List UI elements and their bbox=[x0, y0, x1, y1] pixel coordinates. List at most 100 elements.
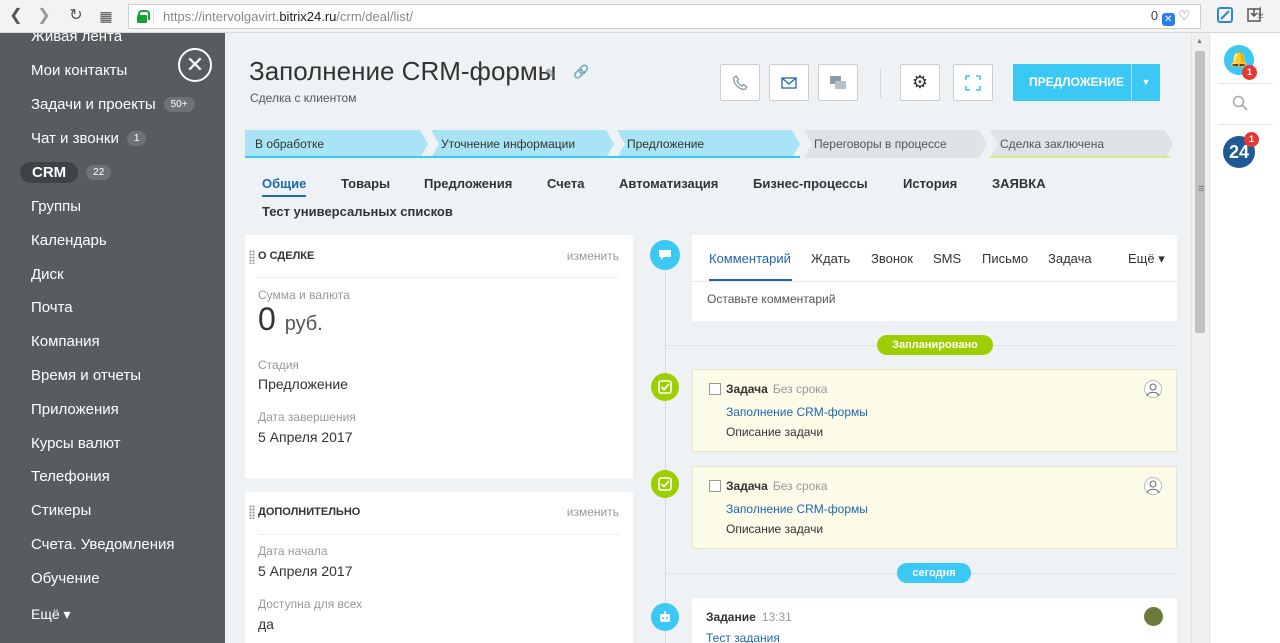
settings-button[interactable]: ⚙ bbox=[900, 64, 940, 101]
menu-item-feed[interactable]: Живая лента bbox=[31, 33, 122, 45]
menu-item-label: Стикеры bbox=[31, 502, 92, 519]
stage-label: Сделка заключена bbox=[1000, 137, 1104, 151]
tab-bizproc[interactable]: Бизнес-процессы bbox=[753, 176, 868, 191]
comment-input[interactable]: Оставьте комментарий bbox=[707, 292, 835, 306]
activity-tab-more[interactable]: Ещё ▾ bbox=[1128, 251, 1165, 267]
drag-handle-icon[interactable] bbox=[249, 505, 255, 519]
history-link[interactable]: Тест задания bbox=[706, 631, 780, 643]
stage-label: Предложение bbox=[627, 137, 705, 151]
stage-label: Уточнение информации bbox=[441, 137, 576, 151]
favorite-heart-icon[interactable]: ♡ bbox=[1178, 8, 1190, 23]
task-item: Задача Без срока Заполнение CRM-формы Опи… bbox=[692, 369, 1177, 452]
menu-item-chat[interactable]: Чат и звонки 1 bbox=[31, 130, 147, 147]
tab-request[interactable]: ЗАЯВКА bbox=[992, 176, 1046, 191]
scroll-up-icon[interactable]: ▲ bbox=[1196, 38, 1203, 45]
activity-tab-task[interactable]: Задача bbox=[1048, 251, 1092, 266]
edit-pencil-icon[interactable]: ✎ bbox=[545, 66, 556, 82]
activity-tab-call[interactable]: Звонок bbox=[871, 251, 913, 266]
menu-item-label: Обучение bbox=[31, 570, 100, 587]
task-checkbox[interactable] bbox=[709, 480, 721, 492]
url-text[interactable]: https://intervolgavirt.bitrix24.ru/crm/d… bbox=[163, 9, 413, 24]
address-bar[interactable]: https://intervolgavirt.bitrix24.ru/crm/d… bbox=[128, 4, 1201, 29]
card-divider bbox=[258, 277, 619, 278]
menu-item-telephony[interactable]: Телефония bbox=[31, 468, 110, 485]
menu-item-label: Задачи и проекты bbox=[31, 96, 156, 113]
browser-toolbar: ❮ ❯ ↻ ▦ https://intervolgavirt.bitrix24.… bbox=[0, 0, 1280, 33]
task-link[interactable]: Заполнение CRM-формы bbox=[726, 405, 868, 419]
sum-amount: 0 bbox=[258, 301, 276, 337]
task-link[interactable]: Заполнение CRM-формы bbox=[726, 502, 868, 516]
forward-icon[interactable]: ❯ bbox=[34, 6, 54, 26]
gear-icon: ⚙ bbox=[911, 72, 929, 92]
stage-progress-line bbox=[245, 156, 800, 158]
avatar[interactable] bbox=[1144, 607, 1163, 626]
tab-products[interactable]: Товары bbox=[341, 176, 390, 191]
tab-lists-test[interactable]: Тест универсальных списков bbox=[262, 204, 453, 219]
extension-icon[interactable]: ✕ bbox=[1161, 13, 1175, 26]
chat-button[interactable] bbox=[818, 64, 858, 101]
close-icon[interactable]: ✕ bbox=[178, 48, 212, 82]
link-icon[interactable]: 🔗 bbox=[573, 64, 589, 80]
edit-link[interactable]: изменить bbox=[567, 249, 619, 263]
tab-invoices[interactable]: Счета bbox=[547, 176, 584, 191]
menu-item-label: Календарь bbox=[31, 232, 107, 249]
stage-processing[interactable]: В обработке bbox=[245, 130, 428, 158]
menu-item-stickers[interactable]: Стикеры bbox=[31, 502, 91, 519]
menu-item-mail[interactable]: Почта bbox=[31, 299, 73, 316]
menu-item-apps[interactable]: Приложения bbox=[31, 401, 119, 418]
tab-general[interactable]: Общие bbox=[262, 176, 307, 197]
menu-item-time[interactable]: Время и отчеты bbox=[31, 367, 141, 384]
activity-tab-sms[interactable]: SMS bbox=[933, 251, 961, 266]
stage-won[interactable]: Сделка заключена bbox=[990, 130, 1173, 158]
editor-divider bbox=[692, 281, 1177, 282]
expand-button[interactable] bbox=[953, 64, 993, 101]
menu-item-label: Приложения bbox=[31, 401, 119, 418]
menu-item-calendar[interactable]: Календарь bbox=[31, 232, 107, 249]
offer-button[interactable]: ПРЕДЛОЖЕНИЕ ▼ bbox=[1013, 64, 1160, 101]
tab-automation[interactable]: Автоматизация bbox=[619, 176, 718, 191]
menu-item-tasks[interactable]: Задачи и проекты 50+ bbox=[31, 96, 195, 113]
activity-tab-email[interactable]: Письмо bbox=[982, 251, 1028, 266]
search-icon[interactable] bbox=[1232, 95, 1248, 115]
menu-item-label: Телефония bbox=[31, 468, 110, 485]
download-icon[interactable]: ⤓ bbox=[1257, 4, 1277, 24]
task-checkbox[interactable] bbox=[709, 383, 721, 395]
stage-clarification[interactable]: Уточнение информации bbox=[431, 130, 614, 158]
access-value: да bbox=[258, 616, 274, 632]
menu-item-learning[interactable]: Обучение bbox=[31, 570, 100, 587]
stage-offer[interactable]: Предложение bbox=[617, 130, 800, 158]
menu-item-crm[interactable]: CRM 22 bbox=[20, 162, 112, 183]
back-icon[interactable]: ❮ bbox=[6, 6, 26, 26]
avatar[interactable] bbox=[1144, 477, 1162, 495]
notification-badge: 1 bbox=[1242, 65, 1257, 80]
drag-handle-icon[interactable] bbox=[249, 250, 255, 264]
panel-resize-handle-icon[interactable]: ≡ bbox=[1198, 183, 1204, 195]
call-button[interactable] bbox=[720, 64, 760, 101]
menu-item-invoices[interactable]: Счета. Уведомления bbox=[31, 536, 175, 553]
bookmarks-icon[interactable] bbox=[1216, 6, 1236, 26]
tab-offers[interactable]: Предложения bbox=[424, 176, 512, 191]
menu-item-company[interactable]: Компания bbox=[31, 333, 100, 350]
avatar[interactable] bbox=[1144, 380, 1162, 398]
page-scrollbar[interactable]: ▲ bbox=[1191, 33, 1208, 643]
menu-item-disk[interactable]: Диск bbox=[31, 266, 64, 283]
task-title: Задача Без срока bbox=[726, 479, 827, 493]
menu-item-contacts[interactable]: Мои контакты bbox=[31, 62, 127, 79]
card-header: О СДЕЛКЕ bbox=[258, 250, 315, 262]
edit-link[interactable]: изменить bbox=[567, 505, 619, 519]
right-sidebar: 🔔 1 24 1 ≡ bbox=[1198, 33, 1280, 643]
email-button[interactable] bbox=[769, 64, 809, 101]
tab-history[interactable]: История bbox=[903, 176, 957, 191]
sum-currency: руб. bbox=[284, 313, 323, 335]
stage-negotiation[interactable]: Переговоры в процессе bbox=[804, 130, 987, 158]
chevron-down-icon[interactable]: ▼ bbox=[1131, 64, 1160, 101]
activity-tab-comment[interactable]: Комментарий bbox=[709, 251, 791, 266]
activity-tab-wait[interactable]: Ждать bbox=[811, 251, 850, 266]
menu-item-currency[interactable]: Курсы валют bbox=[31, 435, 121, 452]
task-deadline: Без срока bbox=[772, 382, 828, 396]
reload-icon[interactable]: ↻ bbox=[66, 6, 86, 26]
apps-grid-icon[interactable]: ▦ bbox=[96, 6, 116, 26]
url-domain: bitrix24.ru bbox=[279, 9, 337, 24]
menu-item-more[interactable]: Ещё ▾ bbox=[31, 606, 71, 623]
menu-item-groups[interactable]: Группы bbox=[31, 198, 81, 215]
